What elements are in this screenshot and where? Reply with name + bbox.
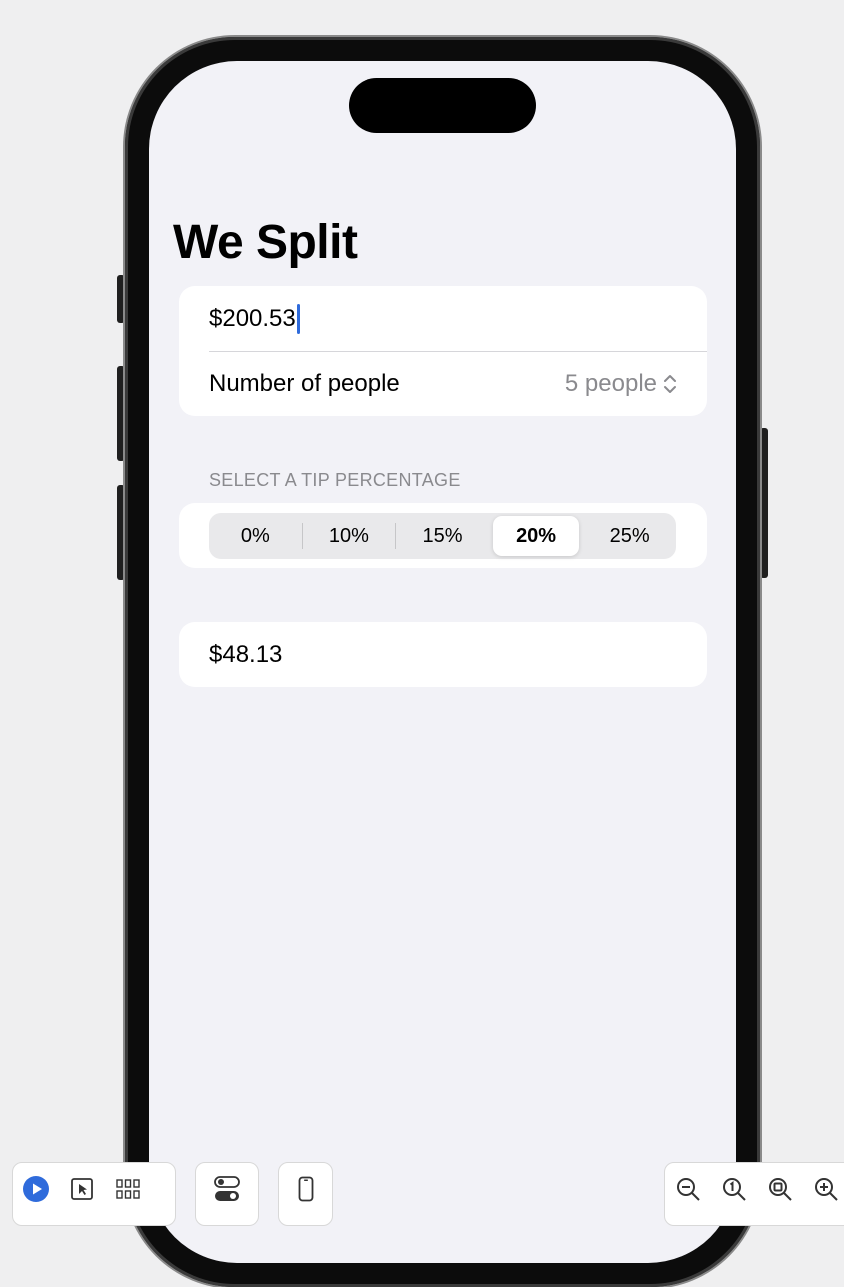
zoom-100-icon: [723, 1178, 746, 1201]
device-icon: [298, 1176, 313, 1202]
device-frame: We Split $200.53 Number of people 5 peop…: [125, 37, 760, 1287]
zoom-toolbar: [664, 1162, 844, 1226]
preview-mode-toolbar: [12, 1162, 176, 1226]
zoom-in-button[interactable]: [812, 1175, 840, 1203]
zoom-in-icon: [815, 1178, 838, 1201]
segment-separator: [301, 523, 303, 549]
zoom-fit-icon: [769, 1178, 792, 1201]
tip-option-0[interactable]: 0%: [212, 516, 299, 556]
amount-value: $200.53: [209, 304, 296, 332]
text-cursor: [296, 303, 300, 334]
play-icon: [23, 1176, 49, 1202]
tip-option-25[interactable]: 25%: [586, 516, 673, 556]
input-section: $200.53 Number of people 5 people: [179, 286, 707, 416]
tip-option-10[interactable]: 10%: [306, 516, 393, 556]
dynamic-island: [349, 78, 536, 133]
volume-up-button: [117, 366, 125, 461]
amount-field[interactable]: $200.53: [209, 286, 707, 351]
people-picker[interactable]: 5 people: [565, 370, 677, 398]
power-button: [760, 428, 768, 578]
tip-option-15[interactable]: 15%: [399, 516, 486, 556]
volume-down-button: [117, 485, 125, 580]
tip-section: 0% 10% 15% 20% 25%: [179, 503, 707, 568]
segment-separator: [395, 523, 397, 549]
zoom-to-fit-button[interactable]: [766, 1175, 794, 1203]
toggle-icon: [214, 1176, 240, 1201]
tip-option-20[interactable]: 20%: [492, 516, 580, 556]
tip-segmented-control: 0% 10% 15% 20% 25%: [209, 513, 676, 559]
total-per-person: $48.13: [209, 640, 283, 668]
device-settings-toolbar: [278, 1162, 333, 1226]
people-label: Number of people: [209, 370, 400, 397]
device-screen: We Split $200.53 Number of people 5 peop…: [149, 61, 736, 1263]
navigation-title: We Split: [173, 216, 358, 269]
canvas-settings-toolbar: [195, 1162, 259, 1226]
variants-button[interactable]: [114, 1175, 142, 1203]
selectable-mode-button[interactable]: [68, 1175, 96, 1203]
tip-section-header: SELECT A TIP PERCENTAGE: [209, 470, 461, 490]
grid-icon: [116, 1179, 140, 1199]
device-settings-button[interactable]: [292, 1175, 320, 1203]
zoom-out-button[interactable]: [674, 1175, 702, 1203]
segment-separator: [489, 523, 490, 549]
segment-separator: [582, 523, 583, 549]
action-button: [117, 275, 125, 323]
zoom-actual-size-button[interactable]: [720, 1175, 748, 1203]
chevron-up-down-icon: [664, 375, 676, 393]
canvas-settings-button[interactable]: [213, 1175, 241, 1203]
result-section: $48.13: [179, 622, 707, 687]
live-preview-button[interactable]: [22, 1175, 50, 1203]
zoom-out-icon: [677, 1178, 700, 1201]
people-row: Number of people 5 people: [209, 352, 677, 416]
select-icon: [71, 1178, 93, 1200]
people-value: 5 people: [564, 370, 657, 397]
